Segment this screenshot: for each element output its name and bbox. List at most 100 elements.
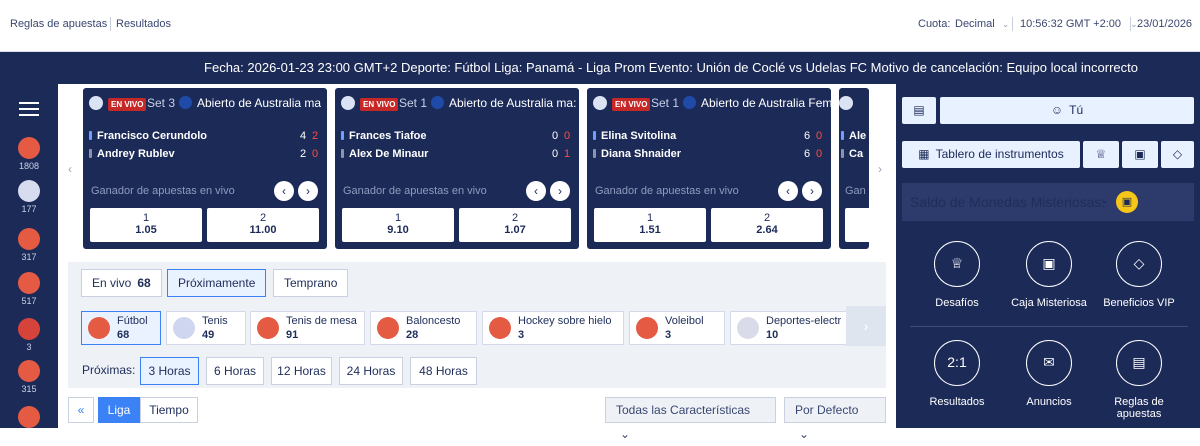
view-time-button[interactable]: Tiempo xyxy=(140,397,198,423)
odds-format-value: Decimal xyxy=(955,18,995,30)
hours-option[interactable]: 48 Horas xyxy=(410,357,477,385)
sport-name: Tenis de mesa xyxy=(286,315,357,327)
odds-button[interactable] xyxy=(845,208,869,242)
sport-filter-3[interactable]: Tenis de mesa 91 xyxy=(250,311,365,345)
tab-early[interactable]: Temprano xyxy=(273,269,349,297)
sport-filter-1[interactable]: Fútbol 68 xyxy=(81,311,161,345)
chevron-right-icon[interactable]: › xyxy=(846,306,886,346)
hours-option[interactable]: 24 Horas xyxy=(339,357,403,385)
player-2: Ca xyxy=(841,148,863,160)
panel-tile[interactable]: ✉ Anuncios xyxy=(1004,340,1094,408)
sport-filter-7[interactable]: Deportes-electr 10 xyxy=(730,311,848,345)
odds-button-2[interactable]: 2 2.64 xyxy=(711,208,823,242)
view-league-button[interactable]: Liga xyxy=(98,397,140,423)
odds-label: 2 xyxy=(259,212,267,224)
sport-icon xyxy=(377,317,399,339)
sport-count: 3 xyxy=(26,342,32,352)
tennis-ball-icon xyxy=(593,96,607,110)
sport-filter-4[interactable]: Baloncesto 28 xyxy=(370,311,477,345)
sport-filter-5[interactable]: Hockey sobre hielo 3 xyxy=(482,311,624,345)
tab-upcoming[interactable]: Próximamente xyxy=(167,269,266,297)
chevron-right-icon[interactable]: › xyxy=(298,181,318,201)
player-1: Frances Tiafoe xyxy=(341,130,426,142)
timezone-dropdown[interactable]: 10:56:32 GMT +2:00 ⌄ xyxy=(1020,18,1138,30)
player-2-name: Alex De Minaur xyxy=(349,148,429,160)
betslip-icon[interactable]: ▤ xyxy=(902,97,936,124)
chevron-left-icon[interactable]: ‹ xyxy=(68,162,72,176)
sport-name: Fútbol xyxy=(117,315,148,327)
tennis-ball-icon xyxy=(89,96,103,110)
panel-tile[interactable]: ▣ Caja Misteriosa xyxy=(1004,241,1094,309)
live-match-card[interactable]: EN VIVO Set 1 Abierto de Australia Fem E… xyxy=(587,88,831,249)
hours-option[interactable]: 3 Horas xyxy=(140,357,199,385)
trophy-icon[interactable]: ♕ xyxy=(1083,141,1119,168)
panel-tile[interactable]: 2:1 Resultados xyxy=(912,340,1002,408)
sport-ball-icon xyxy=(18,360,40,382)
sport-filter-6[interactable]: Voleibol 3 xyxy=(629,311,725,345)
sidebar-sport-item[interactable]: 317 xyxy=(9,228,49,262)
current-date: 23/01/2026 xyxy=(1137,18,1193,30)
features-dropdown[interactable]: Todas las Características ⌄ xyxy=(605,397,776,441)
sidebar-sport-item[interactable]: 1808 xyxy=(9,137,49,171)
odds-button-2[interactable]: 2 1.07 xyxy=(459,208,571,242)
tab-live[interactable]: En vivo 68 xyxy=(81,269,162,297)
player-1: Ale xyxy=(841,130,866,142)
coins-value: - xyxy=(1102,193,1107,209)
chevron-right-icon[interactable]: › xyxy=(878,162,882,176)
scroll-icon: ▤ xyxy=(1116,340,1162,386)
sport-filter-2[interactable]: Tenis 49 xyxy=(166,311,246,345)
odds-value: 11.00 xyxy=(249,224,277,236)
sport-icon xyxy=(489,317,511,339)
live-match-card[interactable]: Ale Ca Gan xyxy=(839,88,869,249)
chevron-left-icon[interactable]: ‹ xyxy=(778,181,798,201)
sport-icon xyxy=(257,317,279,339)
market-name: Ganador de apuestas en vivo xyxy=(595,185,739,197)
panel-tile[interactable]: ♕ Desafíos xyxy=(912,241,1002,309)
tile-label: Reglas de apuestas xyxy=(1114,396,1164,420)
odds-button-1[interactable]: 1 1.05 xyxy=(90,208,202,242)
sidebar-sport-item[interactable]: 315 xyxy=(9,360,49,394)
sidebar-sport-item[interactable]: 177 xyxy=(9,180,49,214)
results-link[interactable]: Resultados xyxy=(116,18,171,30)
sidebar-sport-item[interactable] xyxy=(9,406,49,430)
dashboard-button[interactable]: ▦ Tablero de instrumentos xyxy=(902,141,1080,168)
chevron-right-icon[interactable]: › xyxy=(802,181,822,201)
chevron-left-icon[interactable]: ‹ xyxy=(274,181,294,201)
player-1-games: 0 xyxy=(816,130,823,142)
player-1-sets: 4 xyxy=(300,130,307,142)
diamond-icon[interactable]: ◇ xyxy=(1161,141,1194,168)
live-match-card[interactable]: EN VIVO Set 1 Abierto de Australia ma: F… xyxy=(335,88,579,249)
player-1-name: Ale xyxy=(849,130,867,142)
tournament-name: Abierto de Australia Fem xyxy=(701,96,831,110)
odds-button-1[interactable]: 1 9.10 xyxy=(342,208,454,242)
betting-rules-link[interactable]: Reglas de apuestas xyxy=(10,18,107,30)
australia-flag-icon xyxy=(431,96,444,109)
tile-label: Beneficios VIP xyxy=(1103,297,1175,309)
sport-count: 315 xyxy=(21,384,37,394)
player-2-games: 0 xyxy=(312,148,319,160)
menu-icon[interactable] xyxy=(19,102,39,116)
sort-dropdown[interactable]: Por Defecto ⌄ xyxy=(784,397,886,441)
odds-format-dropdown[interactable]: Decimal ⌄ xyxy=(955,18,1009,30)
sport-count: 28 xyxy=(406,329,419,341)
collapse-icon[interactable]: « xyxy=(68,397,94,423)
user-button[interactable]: ☺ Tú xyxy=(940,97,1194,124)
odds-button-1[interactable]: 1 1.51 xyxy=(594,208,706,242)
hours-option[interactable]: 12 Horas xyxy=(271,357,332,385)
box-icon[interactable]: ▣ xyxy=(1122,141,1158,168)
sport-count: 91 xyxy=(286,329,299,341)
player-2: Diana Shnaider xyxy=(593,148,681,160)
odds-value: 1.51 xyxy=(639,224,661,236)
chevron-down-icon: ⌄ xyxy=(620,427,631,441)
sidebar-sport-item[interactable]: 517 xyxy=(9,272,49,306)
hours-option[interactable]: 6 Horas xyxy=(206,357,264,385)
panel-tile[interactable]: ▤ Reglas de apuestas xyxy=(1094,340,1184,420)
chevron-left-icon[interactable]: ‹ xyxy=(526,181,546,201)
panel-tile[interactable]: ◇ Beneficios VIP xyxy=(1094,241,1184,309)
odds-button-2[interactable]: 2 11.00 xyxy=(207,208,319,242)
live-match-card[interactable]: EN VIVO Set 3 Abierto de Australia ma Fr… xyxy=(83,88,327,249)
sport-name: Hockey sobre hielo xyxy=(518,315,612,327)
sidebar-sport-item[interactable]: 3 xyxy=(9,318,49,352)
chevron-right-icon[interactable]: › xyxy=(550,181,570,201)
odds-label: 2 xyxy=(511,212,519,224)
